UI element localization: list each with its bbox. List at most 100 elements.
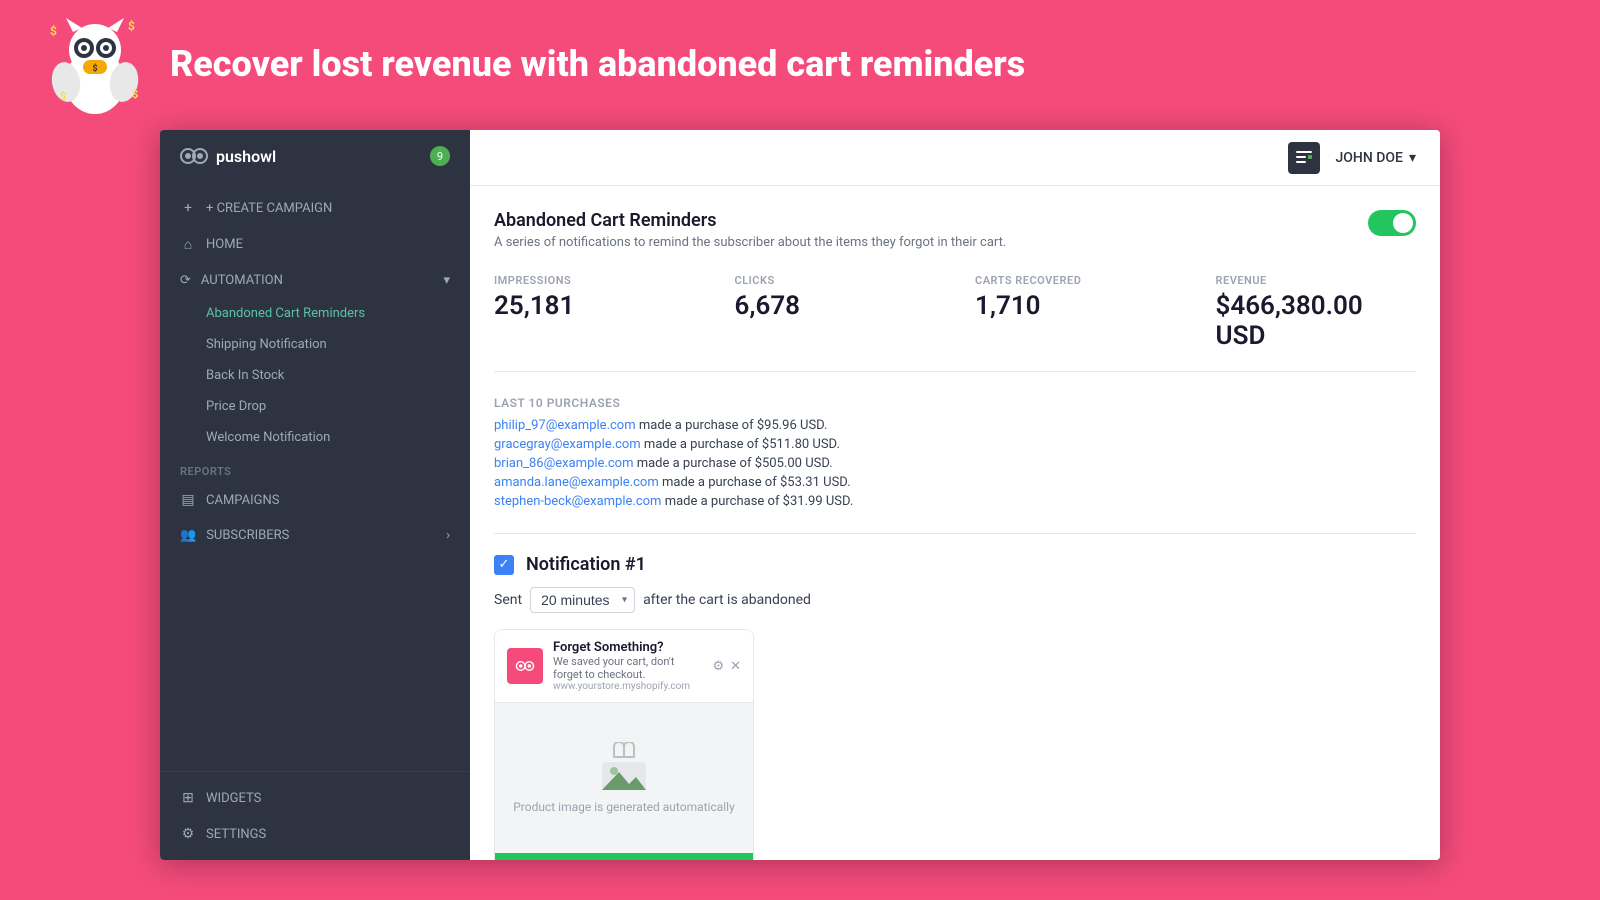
notification-checkbox[interactable]: ✓	[494, 555, 514, 575]
settings-label: SETTINGS	[206, 827, 266, 842]
purchase-text-1: made a purchase of $95.96 USD.	[636, 418, 828, 433]
automation-nav[interactable]: ⟳ AUTOMATION ▾	[160, 263, 470, 298]
sidebar-item-welcome[interactable]: Welcome Notification	[160, 422, 470, 453]
sidebar-nav: + + CREATE CAMPAIGN ⌂ HOME ⟳ AUTOMATION …	[160, 182, 470, 771]
home-label: HOME	[206, 237, 243, 252]
campaigns-nav[interactable]: ▤ CAMPAIGNS	[160, 482, 470, 518]
svg-text:$: $	[92, 63, 97, 74]
app-container: pushowl 9 + + CREATE CAMPAIGN ⌂ HOME ⟳ A…	[160, 130, 1440, 860]
subscribers-icon: 👥	[180, 528, 196, 543]
purchase-email-1[interactable]: philip_97@example.com	[494, 418, 636, 433]
main-content: JOHN DOE ▾ Abandoned Cart Reminders A se…	[470, 130, 1440, 860]
reports-section-label: REPORTS	[160, 453, 470, 482]
user-name: JOHN DOE	[1336, 150, 1403, 166]
purchase-email-2[interactable]: gracegray@example.com	[494, 437, 641, 452]
clicks-value: 6,678	[735, 291, 936, 321]
plus-icon: +	[180, 200, 196, 216]
user-menu[interactable]: JOHN DOE ▾	[1336, 150, 1417, 166]
impressions-value: 25,181	[494, 291, 695, 321]
clicks-label: CLICKS	[735, 274, 936, 287]
card-title: Abandoned Cart Reminders	[494, 210, 1006, 231]
campaigns-icon: ▤	[180, 492, 196, 508]
purchase-email-3[interactable]: brian_86@example.com	[494, 456, 633, 471]
chevron-down-icon: ▾	[443, 273, 450, 288]
push-logo	[507, 648, 543, 684]
carts-stat: CARTS RECOVERED 1,710	[975, 274, 1176, 351]
settings-nav[interactable]: ⚙ SETTINGS	[160, 816, 470, 852]
subscribers-label: SUBSCRIBERS	[206, 528, 289, 543]
owl-mascot: $ $ $ $ $	[40, 10, 150, 120]
sidebar-item-shipping[interactable]: Shipping Notification	[160, 329, 470, 360]
purchases-title: LAST 10 PURCHASES	[494, 396, 1416, 410]
carts-value: 1,710	[975, 291, 1176, 321]
purchases-section: LAST 10 PURCHASES philip_97@example.com …	[494, 396, 1416, 509]
purchase-item-4: amanda.lane@example.com made a purchase …	[494, 475, 1416, 490]
svg-text:$: $	[128, 19, 135, 33]
price-drop-label: Price Drop	[206, 399, 266, 414]
svg-text:$: $	[60, 90, 66, 103]
create-campaign-label: + CREATE CAMPAIGN	[206, 201, 332, 216]
sidebar: pushowl 9 + + CREATE CAMPAIGN ⌂ HOME ⟳ A…	[160, 130, 470, 860]
home-nav[interactable]: ⌂ HOME	[160, 226, 470, 263]
impressions-stat: IMPRESSIONS 25,181	[494, 274, 695, 351]
after-label: after the cart is abandoned	[643, 592, 811, 608]
card-header: Abandoned Cart Reminders A series of not…	[494, 210, 1416, 250]
enable-toggle[interactable]	[1368, 210, 1416, 236]
automation-left: ⟳ AUTOMATION	[180, 273, 283, 288]
clicks-stat: CLICKS 6,678	[735, 274, 936, 351]
user-dropdown-icon: ▾	[1409, 150, 1416, 166]
push-logo-icon	[515, 656, 535, 676]
purchase-text-4: made a purchase of $53.31 USD.	[659, 475, 851, 490]
timing-select[interactable]: 20 minutes 1 hour 24 hours	[530, 587, 635, 613]
sidebar-item-abandoned-cart[interactable]: Abandoned Cart Reminders	[160, 298, 470, 329]
push-url: www.yourstore.myshopify.com	[553, 681, 702, 692]
subscribers-nav[interactable]: 👥 SUBSCRIBERS ›	[160, 518, 470, 553]
topbar-icon[interactable]	[1288, 142, 1320, 174]
carts-label: CARTS RECOVERED	[975, 274, 1176, 287]
purchase-email-4[interactable]: amanda.lane@example.com	[494, 475, 659, 490]
campaigns-label: CAMPAIGNS	[206, 493, 279, 508]
purchase-item-5: stephen-beck@example.com made a purchase…	[494, 494, 1416, 509]
sidebar-item-back-in-stock[interactable]: Back In Stock	[160, 360, 470, 391]
purchase-item-1: philip_97@example.com made a purchase of…	[494, 418, 1416, 433]
notification-header: ✓ Notification #1	[494, 554, 1416, 575]
close-icon[interactable]: ✕	[730, 659, 741, 674]
push-controls: ⚙ ✕	[712, 659, 741, 674]
widgets-nav[interactable]: ⊞ WIDGETS	[160, 780, 470, 816]
svg-text:$: $	[50, 24, 57, 38]
revenue-label: REVENUE	[1216, 274, 1417, 287]
push-image-area: Product image is generated automatically	[495, 703, 753, 853]
push-preview: Forget Something? We saved your cart, do…	[494, 629, 754, 860]
sidebar-logo: pushowl	[180, 146, 276, 166]
checklist-icon	[1295, 149, 1313, 167]
push-header: Forget Something? We saved your cart, do…	[495, 630, 753, 703]
card-info: Abandoned Cart Reminders A series of not…	[494, 210, 1006, 250]
topbar: JOHN DOE ▾	[470, 130, 1440, 186]
purchase-email-5[interactable]: stephen-beck@example.com	[494, 494, 661, 509]
purchase-text-2: made a purchase of $511.80 USD.	[641, 437, 840, 452]
hero-title: Recover lost revenue with abandoned cart…	[170, 43, 1025, 86]
widgets-icon: ⊞	[180, 790, 196, 806]
impressions-label: IMPRESSIONS	[494, 274, 695, 287]
gear-icon[interactable]: ⚙	[712, 659, 724, 674]
sent-label: Sent	[494, 592, 522, 608]
create-campaign-nav[interactable]: + + CREATE CAMPAIGN	[160, 190, 470, 226]
chevron-right-icon: ›	[446, 528, 450, 543]
push-cta: Complete Checkout	[495, 853, 753, 860]
card-subtitle: A series of notifications to remind the …	[494, 235, 1006, 250]
abandoned-cart-label: Abandoned Cart Reminders	[206, 306, 365, 321]
revenue-stat: REVENUE $466,380.00 USD	[1216, 274, 1417, 351]
revenue-value: $466,380.00 USD	[1216, 291, 1417, 351]
settings-icon: ⚙	[180, 826, 196, 842]
notification-badge: 9	[430, 146, 450, 166]
welcome-label: Welcome Notification	[206, 430, 330, 445]
purchase-item-2: gracegray@example.com made a purchase of…	[494, 437, 1416, 452]
purchase-text-3: made a purchase of $505.00 USD.	[633, 456, 832, 471]
notification-section: ✓ Notification #1 Sent 20 minutes 1 hour…	[494, 533, 1416, 860]
shipping-label: Shipping Notification	[206, 337, 327, 352]
push-image-text: Product image is generated automatically	[513, 800, 735, 814]
sidebar-item-price-drop[interactable]: Price Drop	[160, 391, 470, 422]
back-in-stock-label: Back In Stock	[206, 368, 284, 383]
automation-label: AUTOMATION	[201, 273, 283, 288]
notification-title: Notification #1	[526, 554, 646, 575]
